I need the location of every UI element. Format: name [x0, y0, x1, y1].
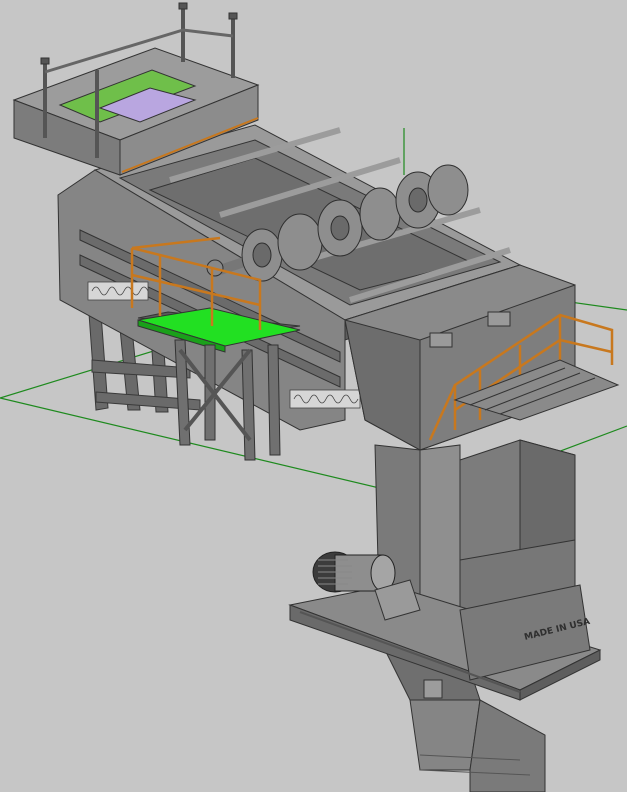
spring-array-right	[289, 389, 361, 409]
spring-array-left	[87, 281, 149, 301]
model-canvas[interactable]: MADE IN USA	[0, 0, 627, 792]
cad-viewport[interactable]: MADE IN USA	[0, 0, 627, 792]
motor	[312, 551, 396, 593]
